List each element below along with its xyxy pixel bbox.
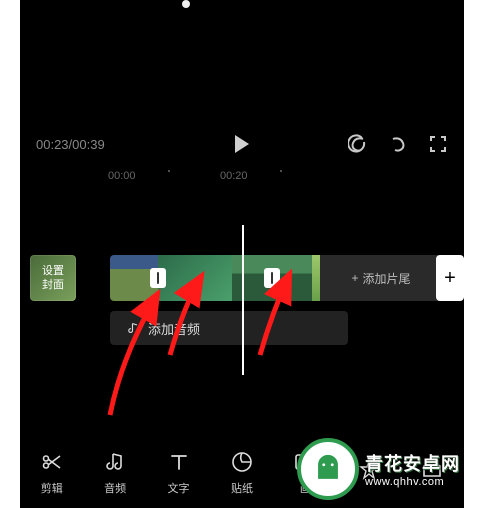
watermark: 青花安卓网 www.qhhv.com bbox=[297, 438, 460, 500]
music-icon bbox=[103, 450, 127, 474]
tool-text-label: 文字 bbox=[168, 480, 190, 496]
sticker-icon bbox=[230, 450, 254, 474]
tool-cut-label: 剪辑 bbox=[41, 480, 63, 496]
tool-audio[interactable]: 音频 bbox=[86, 450, 144, 496]
cover-label-2: 封面 bbox=[42, 278, 64, 292]
text-icon bbox=[167, 450, 191, 474]
tool-cut[interactable]: 剪辑 bbox=[23, 450, 81, 496]
timeline[interactable]: 设置 封面 + 添加片尾 + 添加音频 bbox=[20, 245, 464, 375]
redo-button[interactable] bbox=[388, 134, 408, 154]
add-ending-label: 添加片尾 bbox=[363, 270, 411, 287]
cover-label-1: 设置 bbox=[42, 264, 64, 278]
transition-button-1[interactable] bbox=[150, 268, 166, 288]
dot-icon bbox=[182, 0, 190, 8]
watermark-brand: 青花安卓网 bbox=[365, 450, 460, 476]
fullscreen-button[interactable] bbox=[428, 134, 448, 154]
music-note-icon bbox=[128, 322, 140, 334]
add-audio-button[interactable]: 添加音频 bbox=[110, 311, 348, 345]
scissors-icon bbox=[40, 450, 64, 474]
tool-sticker-label: 贴纸 bbox=[231, 480, 253, 496]
top-indicator bbox=[182, 0, 190, 8]
ruler-mark-0: 00:00 bbox=[108, 170, 136, 182]
tool-audio-label: 音频 bbox=[104, 480, 126, 496]
undo-button[interactable] bbox=[348, 134, 368, 154]
video-editor-app: 00:23/00:39 00:00 00:20 设置 封面 bbox=[20, 0, 464, 508]
plus-icon: + bbox=[444, 267, 456, 290]
plus-icon: + bbox=[351, 271, 358, 285]
play-icon bbox=[235, 135, 249, 153]
watermark-url: www.qhhv.com bbox=[365, 476, 460, 488]
time-display: 00:23/00:39 bbox=[36, 137, 105, 152]
set-cover-button[interactable]: 设置 封面 bbox=[30, 255, 76, 301]
android-icon bbox=[311, 452, 345, 486]
ruler-mark-1: 00:20 bbox=[220, 170, 248, 182]
tool-text[interactable]: 文字 bbox=[150, 450, 208, 496]
ruler-tick bbox=[168, 170, 170, 172]
add-ending-button[interactable]: + 添加片尾 bbox=[320, 255, 442, 301]
player-bar: 00:23/00:39 bbox=[20, 128, 464, 160]
add-audio-label: 添加音频 bbox=[148, 319, 200, 338]
tool-sticker[interactable]: 贴纸 bbox=[213, 450, 271, 496]
clip-2[interactable] bbox=[158, 255, 232, 301]
transition-button-2[interactable] bbox=[264, 268, 280, 288]
add-clip-button[interactable]: + bbox=[436, 255, 464, 301]
play-button[interactable] bbox=[235, 135, 249, 153]
watermark-logo bbox=[297, 438, 359, 500]
ruler-tick bbox=[280, 170, 282, 172]
playhead[interactable] bbox=[242, 225, 244, 375]
time-ruler[interactable]: 00:00 00:20 bbox=[20, 168, 464, 188]
